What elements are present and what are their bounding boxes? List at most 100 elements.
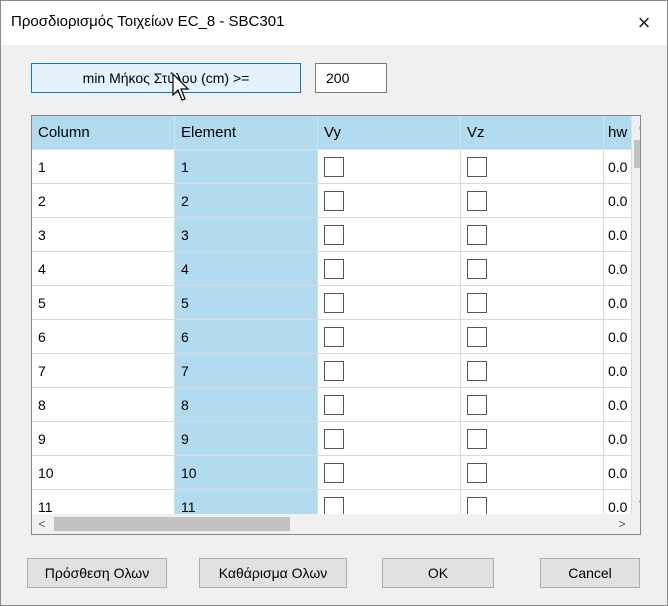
- header-column[interactable]: Column: [32, 116, 175, 150]
- scroll-right-icon[interactable]: >: [612, 514, 632, 534]
- header-hw[interactable]: hw: [604, 116, 632, 150]
- hw-cell[interactable]: 0.0: [604, 218, 632, 252]
- vz-checkbox[interactable]: [467, 428, 487, 449]
- table-row[interactable]: 7 7 0.0: [32, 354, 632, 388]
- vz-cell: [461, 422, 604, 456]
- add-all-button[interactable]: Πρόσθεση Ολων: [27, 558, 167, 588]
- vz-cell: [461, 150, 604, 184]
- table-row[interactable]: 9 9 0.0: [32, 422, 632, 456]
- vz-cell: [461, 218, 604, 252]
- min-length-filter-button[interactable]: min Μήκος Στύλου (cm) >=: [31, 63, 301, 93]
- scroll-down-icon[interactable]: ˅: [632, 494, 640, 514]
- vy-checkbox[interactable]: [324, 156, 344, 177]
- vz-cell: [461, 456, 604, 490]
- vz-checkbox[interactable]: [467, 292, 487, 313]
- vy-checkbox[interactable]: [324, 428, 344, 449]
- vz-checkbox[interactable]: [467, 326, 487, 347]
- vz-checkbox[interactable]: [467, 190, 487, 211]
- vy-checkbox[interactable]: [324, 394, 344, 415]
- vz-checkbox[interactable]: [467, 394, 487, 415]
- window-title: Προσδιορισμός Τοιχείων EC_8 - SBC301: [11, 13, 285, 30]
- header-vz[interactable]: Vz: [461, 116, 604, 150]
- vz-checkbox[interactable]: [467, 224, 487, 245]
- vz-cell: [461, 286, 604, 320]
- hw-cell[interactable]: 0.0: [604, 286, 632, 320]
- vy-checkbox[interactable]: [324, 258, 344, 279]
- clear-all-button[interactable]: Καθάρισμα Ολων: [199, 558, 347, 588]
- element-cell[interactable]: 7: [175, 354, 318, 388]
- vy-cell: [318, 184, 461, 218]
- vy-cell: [318, 388, 461, 422]
- table-row[interactable]: 4 4 0.0: [32, 252, 632, 286]
- vz-checkbox[interactable]: [467, 462, 487, 483]
- column-cell[interactable]: 9: [32, 422, 175, 456]
- vy-cell: [318, 422, 461, 456]
- ok-button[interactable]: OK: [382, 558, 494, 588]
- min-length-input[interactable]: 200: [315, 63, 387, 93]
- vz-cell: [461, 252, 604, 286]
- element-cell[interactable]: 2: [175, 184, 318, 218]
- vy-checkbox[interactable]: [324, 224, 344, 245]
- vz-cell: [461, 388, 604, 422]
- header-element[interactable]: Element: [175, 116, 318, 150]
- vy-checkbox[interactable]: [324, 360, 344, 381]
- scroll-left-icon[interactable]: <: [32, 514, 52, 534]
- column-cell[interactable]: 7: [32, 354, 175, 388]
- table-row[interactable]: 5 5 0.0: [32, 286, 632, 320]
- cancel-button[interactable]: Cancel: [540, 558, 640, 588]
- column-cell[interactable]: 5: [32, 286, 175, 320]
- vy-cell: [318, 320, 461, 354]
- hw-cell[interactable]: 0.0: [604, 184, 632, 218]
- element-cell[interactable]: 3: [175, 218, 318, 252]
- table-row[interactable]: 6 6 0.0: [32, 320, 632, 354]
- vz-checkbox[interactable]: [467, 258, 487, 279]
- column-cell[interactable]: 4: [32, 252, 175, 286]
- dialog-window: Προσδιορισμός Τοιχείων EC_8 - SBC301 × m…: [0, 0, 668, 606]
- vz-checkbox[interactable]: [467, 360, 487, 381]
- hw-cell[interactable]: 0.0: [604, 252, 632, 286]
- table-row[interactable]: 2 2 0.0: [32, 184, 632, 218]
- table-row[interactable]: 10 10 0.0: [32, 456, 632, 490]
- element-cell[interactable]: 10: [175, 456, 318, 490]
- header-vy[interactable]: Vy: [318, 116, 461, 150]
- column-cell[interactable]: 8: [32, 388, 175, 422]
- hw-cell[interactable]: 0.0: [604, 388, 632, 422]
- element-cell[interactable]: 8: [175, 388, 318, 422]
- vy-checkbox[interactable]: [324, 326, 344, 347]
- column-cell[interactable]: 6: [32, 320, 175, 354]
- vy-checkbox[interactable]: [324, 462, 344, 483]
- element-cell[interactable]: 9: [175, 422, 318, 456]
- horizontal-scrollbar[interactable]: < >: [32, 514, 632, 534]
- horizontal-scroll-thumb[interactable]: [54, 517, 290, 531]
- vy-cell: [318, 218, 461, 252]
- table-row[interactable]: 1 1 0.0: [32, 150, 632, 184]
- element-cell[interactable]: 4: [175, 252, 318, 286]
- vy-checkbox[interactable]: [324, 190, 344, 211]
- column-cell[interactable]: 1: [32, 150, 175, 184]
- table-row[interactable]: 3 3 0.0: [32, 218, 632, 252]
- vertical-scroll-thumb[interactable]: [634, 140, 640, 168]
- scroll-up-icon[interactable]: ˄: [632, 116, 640, 136]
- column-cell[interactable]: 3: [32, 218, 175, 252]
- mouse-cursor-icon: [172, 73, 190, 101]
- vz-checkbox[interactable]: [467, 156, 487, 177]
- element-cell[interactable]: 5: [175, 286, 318, 320]
- hw-cell[interactable]: 0.0: [604, 320, 632, 354]
- vy-cell: [318, 286, 461, 320]
- hw-cell[interactable]: 0.0: [604, 150, 632, 184]
- column-cell[interactable]: 2: [32, 184, 175, 218]
- vy-cell: [318, 150, 461, 184]
- vz-cell: [461, 184, 604, 218]
- hw-cell[interactable]: 0.0: [604, 456, 632, 490]
- element-cell[interactable]: 1: [175, 150, 318, 184]
- element-grid[interactable]: Column Element Vy Vz hw 1 1 0.0 2 2 0.0 3 3 0.0 4…: [31, 115, 641, 535]
- element-cell[interactable]: 6: [175, 320, 318, 354]
- vy-cell: [318, 456, 461, 490]
- vertical-scrollbar[interactable]: ˄ ˅: [632, 116, 640, 514]
- table-row[interactable]: 8 8 0.0: [32, 388, 632, 422]
- column-cell[interactable]: 10: [32, 456, 175, 490]
- close-icon[interactable]: ×: [621, 1, 667, 45]
- hw-cell[interactable]: 0.0: [604, 354, 632, 388]
- vy-checkbox[interactable]: [324, 292, 344, 313]
- hw-cell[interactable]: 0.0: [604, 422, 632, 456]
